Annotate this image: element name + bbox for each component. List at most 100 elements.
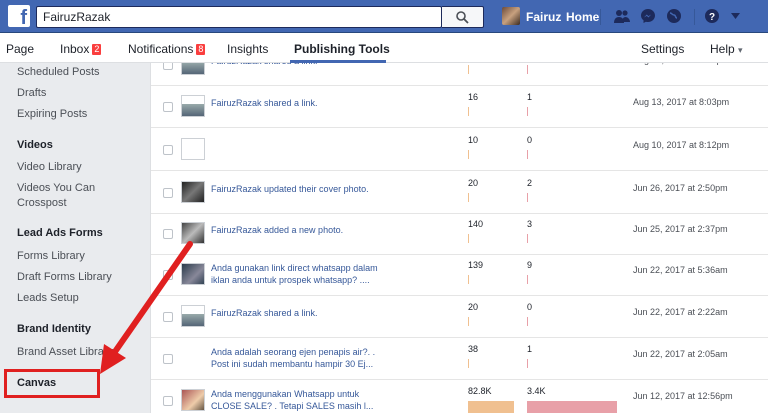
- tab-page[interactable]: Page: [6, 42, 34, 56]
- engagement-value: 1: [527, 344, 533, 354]
- reach-bar: [468, 317, 469, 326]
- post-date: Jun 12, 2017 at 12:56pm: [633, 391, 733, 401]
- post-text[interactable]: FairuzRazak updated their cover photo.: [211, 183, 369, 195]
- engagement-value: 1: [527, 92, 533, 102]
- post-date: Aug 13, 2017 at 8:03pm: [633, 97, 730, 107]
- table-row[interactable]: FairuzRazak shared a link. 16 1 Aug 13, 201…: [151, 87, 768, 128]
- post-text[interactable]: FairuzRazak shared a link.: [211, 97, 318, 109]
- divider: [694, 9, 695, 25]
- reach-value: 16: [468, 92, 479, 102]
- profile-link[interactable]: Fairuz: [526, 10, 561, 24]
- post-thumbnail[interactable]: [181, 389, 205, 411]
- post-date: Aug 13, 2017 at 8:04pm: [633, 63, 729, 65]
- post-thumbnail[interactable]: [181, 305, 205, 327]
- table-row[interactable]: FairuzRazak added a new photo. 140 3 Jun 25…: [151, 214, 768, 255]
- post-thumbnail[interactable]: [181, 138, 205, 160]
- inbox-badge: 2: [91, 43, 103, 56]
- search-button[interactable]: [442, 6, 484, 28]
- table-row[interactable]: FairuzRazak updated their cover photo. 20…: [151, 173, 768, 214]
- notifications-badge: 8: [195, 43, 207, 56]
- engagement-bar: [527, 107, 528, 116]
- avatar[interactable]: [502, 7, 520, 25]
- search-icon: [456, 11, 469, 24]
- top-bar: f FairuzRazak Fairuz Home ?: [0, 0, 768, 33]
- table-row[interactable]: Anda adalah seorang ejen penapis air?. .…: [151, 339, 768, 380]
- reach-bar: [468, 401, 514, 413]
- post-text[interactable]: FairuzRazak shared a link.: [211, 63, 318, 67]
- post-date: Jun 26, 2017 at 2:50pm: [633, 183, 728, 193]
- reach-bar: [468, 359, 469, 368]
- search-input[interactable]: FairuzRazak: [36, 6, 442, 28]
- table-row[interactable]: Anda gunakan link direct whatsapp dalam i…: [151, 255, 768, 296]
- sidebar-item-scheduled-posts[interactable]: Scheduled Posts: [17, 66, 100, 78]
- tab-settings[interactable]: Settings: [641, 42, 684, 56]
- row-checkbox[interactable]: [163, 145, 173, 155]
- sidebar-item-expiring-posts[interactable]: Expiring Posts: [17, 108, 87, 120]
- tab-insights[interactable]: Insights: [227, 42, 268, 56]
- engagement-value: 2: [527, 178, 533, 188]
- post-text-line2[interactable]: iklan anda untuk prospek whatsapp? ....: [211, 274, 370, 286]
- post-text-line2[interactable]: CLOSE SALE? . Tetapi SALES masih l...: [211, 400, 373, 412]
- post-thumbnail[interactable]: [181, 181, 205, 203]
- sidebar-item-videos-crosspost-line2[interactable]: Crosspost: [17, 197, 67, 209]
- engagement-bar: [527, 193, 528, 202]
- engagement-value: 3.4K: [527, 386, 546, 396]
- table-row[interactable]: FairuzRazak shared a link.151Aug 13, 201…: [151, 63, 768, 86]
- table-row[interactable]: Anda menggunakan Whatsapp untuk CLOSE SAL…: [151, 381, 768, 413]
- reach-bar: [468, 234, 469, 243]
- reach-bar: [468, 275, 469, 284]
- sidebar-item-video-library[interactable]: Video Library: [17, 161, 82, 173]
- sidebar-item-brand-asset-library[interactable]: Brand Asset Library: [17, 346, 113, 358]
- post-thumbnail[interactable]: [181, 95, 205, 117]
- engagement-bar: [527, 275, 528, 284]
- post-thumbnail[interactable]: [181, 222, 205, 244]
- row-checkbox[interactable]: [163, 396, 173, 406]
- sidebar-item-leads-setup[interactable]: Leads Setup: [17, 292, 79, 304]
- messenger-icon[interactable]: [640, 8, 656, 24]
- post-text-line2[interactable]: Post ini sudah membantu hampir 30 Ej...: [211, 358, 373, 370]
- post-text[interactable]: Anda gunakan link direct whatsapp dalam: [211, 262, 378, 274]
- tab-notifications-label: Notifications: [128, 42, 194, 56]
- post-date: Jun 25, 2017 at 2:37pm: [633, 224, 728, 234]
- post-thumbnail[interactable]: [181, 63, 205, 75]
- reach-value: 20: [468, 302, 479, 312]
- tab-publishing-tools[interactable]: Publishing Tools: [294, 42, 390, 56]
- caret-down-icon[interactable]: [731, 13, 740, 19]
- post-text[interactable]: Anda adalah seorang ejen penapis air?. .: [211, 346, 375, 358]
- sidebar-item-draft-forms-library[interactable]: Draft Forms Library: [17, 271, 112, 283]
- svg-text:?: ?: [709, 12, 715, 23]
- help-icon[interactable]: ?: [704, 8, 720, 24]
- tab-notifications[interactable]: Notifications 8: [128, 42, 207, 56]
- post-thumbnail[interactable]: [181, 263, 205, 285]
- engagement-bar: [527, 65, 528, 74]
- tab-inbox[interactable]: Inbox 2: [60, 42, 103, 56]
- sidebar-item-forms-library[interactable]: Forms Library: [17, 250, 85, 262]
- globe-icon[interactable]: [666, 8, 682, 24]
- row-checkbox[interactable]: [163, 354, 173, 364]
- engagement-value: 3: [527, 219, 533, 229]
- post-text[interactable]: FairuzRazak added a new photo.: [211, 224, 343, 236]
- post-text[interactable]: Anda menggunakan Whatsapp untuk: [211, 388, 359, 400]
- reach-bar: [468, 193, 469, 202]
- facebook-logo-icon[interactable]: f: [8, 5, 30, 27]
- row-checkbox[interactable]: [163, 102, 173, 112]
- sidebar-item-drafts[interactable]: Drafts: [17, 87, 46, 99]
- table-row[interactable]: FairuzRazak shared a link. 20 0 Jun 22, 201…: [151, 297, 768, 338]
- table-row[interactable]: 10 0 Aug 10, 2017 at 8:12pm: [151, 130, 768, 171]
- tab-help[interactable]: Help ▾: [710, 42, 743, 56]
- row-checkbox[interactable]: [163, 312, 173, 322]
- friends-icon[interactable]: [613, 8, 631, 24]
- row-checkbox[interactable]: [163, 270, 173, 280]
- engagement-bar: [527, 150, 528, 159]
- sidebar-heading-lead-ads-forms: Lead Ads Forms: [17, 227, 103, 239]
- posts-table: FairuzRazak shared a link.151Aug 13, 201…: [150, 63, 768, 413]
- post-text[interactable]: FairuzRazak shared a link.: [211, 307, 318, 319]
- tab-inbox-label: Inbox: [60, 42, 90, 56]
- reach-value: 10: [468, 135, 479, 145]
- sidebar-item-videos-crosspost[interactable]: Videos You Can: [17, 182, 95, 194]
- row-checkbox[interactable]: [163, 229, 173, 239]
- engagement-value: 9: [527, 260, 533, 270]
- home-link[interactable]: Home: [566, 10, 599, 24]
- row-checkbox[interactable]: [163, 63, 173, 70]
- row-checkbox[interactable]: [163, 188, 173, 198]
